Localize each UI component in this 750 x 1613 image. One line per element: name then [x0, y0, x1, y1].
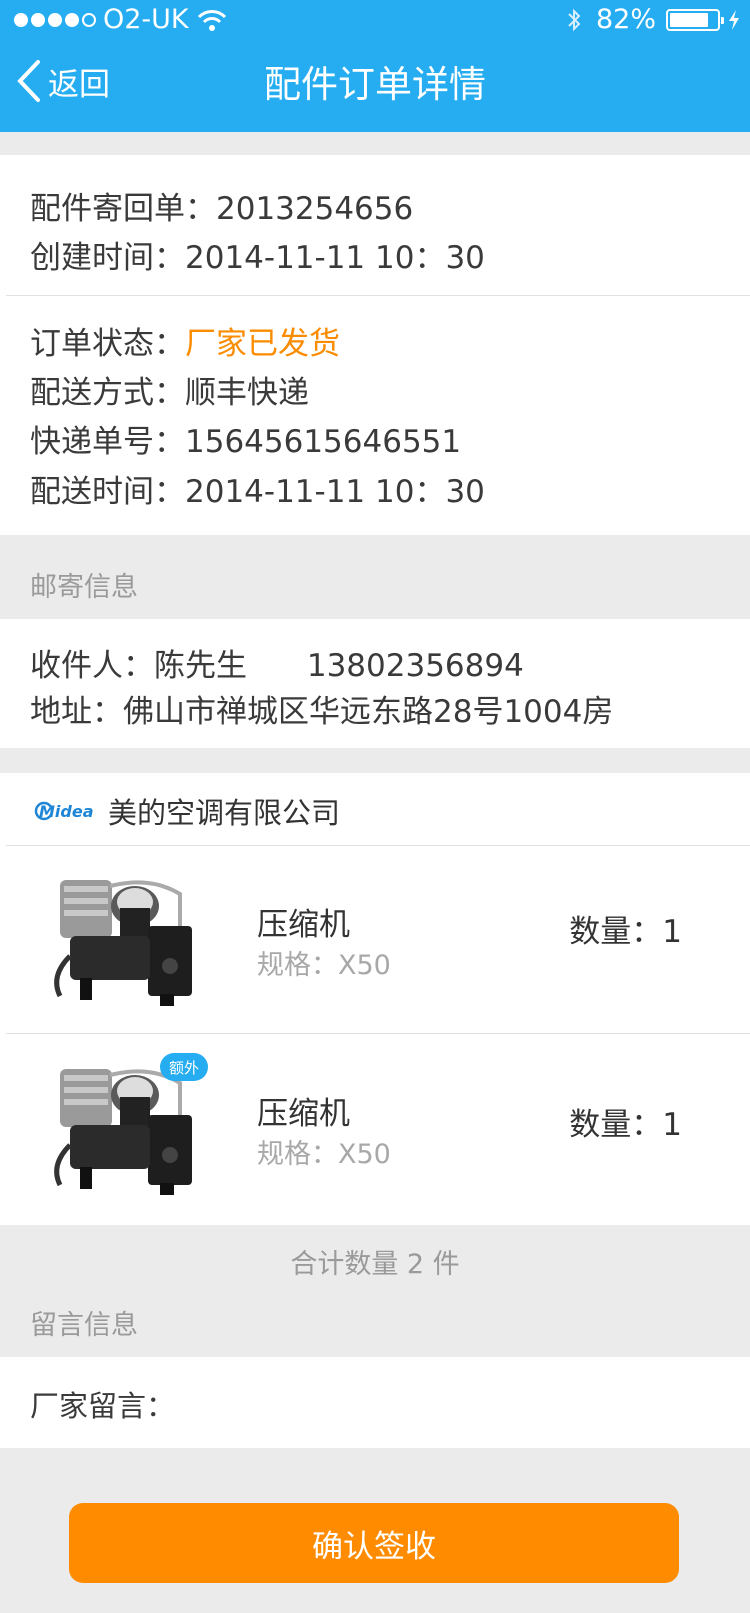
- product-card: Midea 美的空调有限公司 压缩机 规格：X50 数量：1 额外 压缩机 规格…: [0, 773, 750, 1225]
- compressor-image: [40, 866, 212, 1016]
- status-left: O2-UK: [14, 4, 227, 35]
- carrier-name: O2-UK: [103, 4, 189, 35]
- mail-info-card: 收件人：陈先生 13802356894 地址：佛山市禅城区华远东路28号1004…: [0, 619, 750, 748]
- address: 地址：佛山市禅城区华远东路28号1004房: [30, 694, 614, 730]
- signal-strength-icon: [14, 12, 99, 27]
- tracking-number: 快递单号：15645615646551: [30, 424, 462, 460]
- order-info-card: 配件寄回单：2013254656 创建时间：2014-11-11 10：30 订…: [0, 155, 750, 535]
- delivery-method: 配送方式：顺丰快递: [30, 375, 309, 411]
- divider: [6, 295, 750, 296]
- vendor-name: 美的空调有限公司: [108, 796, 341, 830]
- return-number: 配件寄回单：2013254656: [30, 191, 414, 227]
- recipient-phone: 13802356894: [306, 648, 524, 684]
- total-quantity: 合计数量 2 件: [290, 1249, 460, 1280]
- svg-text:Midea: Midea: [39, 802, 94, 821]
- recipient-name: 收件人：陈先生: [30, 648, 247, 684]
- delivery-time: 配送时间：2014-11-11 10：30: [30, 474, 485, 510]
- message-card: 厂家留言：: [0, 1357, 750, 1448]
- product-quantity: 数量：1: [569, 1107, 682, 1143]
- status-bar: O2-UK 82%: [0, 0, 750, 40]
- created-time: 创建时间：2014-11-11 10：30: [30, 240, 485, 276]
- order-status: 订单状态：厂家已发货: [30, 318, 340, 363]
- mail-section-title: 邮寄信息: [30, 572, 138, 603]
- product-name: 压缩机: [257, 907, 350, 943]
- page-title: 配件订单详情: [264, 63, 486, 106]
- message-section-title: 留言信息: [30, 1310, 138, 1341]
- battery-icon: [666, 8, 724, 31]
- divider: [6, 845, 750, 846]
- midea-logo: Midea: [34, 801, 94, 821]
- recipient: 收件人：陈先生 13802356894: [30, 640, 524, 685]
- vendor-header: Midea 美的空调有限公司: [30, 791, 340, 831]
- extra-badge: 额外: [160, 1053, 208, 1081]
- factory-message: 厂家留言：: [30, 1389, 176, 1423]
- product-spec: 规格：X50: [257, 950, 391, 981]
- wifi-icon: [197, 9, 226, 31]
- bluetooth-icon: [568, 8, 581, 31]
- product-quantity: 数量：1: [569, 914, 682, 950]
- charging-icon: [729, 9, 739, 30]
- app-header: O2-UK 82% 返回 配件订单详情: [0, 0, 750, 132]
- order-status-value: 厂家已发货: [185, 326, 340, 362]
- confirm-receipt-button[interactable]: 确认签收: [69, 1503, 679, 1583]
- navigation-bar: 返回 配件订单详情: [0, 40, 750, 132]
- product-spec: 规格：X50: [257, 1139, 391, 1170]
- battery-percentage: 82%: [595, 4, 656, 35]
- order-status-label: 订单状态：: [30, 326, 185, 362]
- divider: [6, 1033, 750, 1034]
- status-right: 82%: [566, 4, 740, 35]
- product-name: 压缩机: [257, 1096, 350, 1132]
